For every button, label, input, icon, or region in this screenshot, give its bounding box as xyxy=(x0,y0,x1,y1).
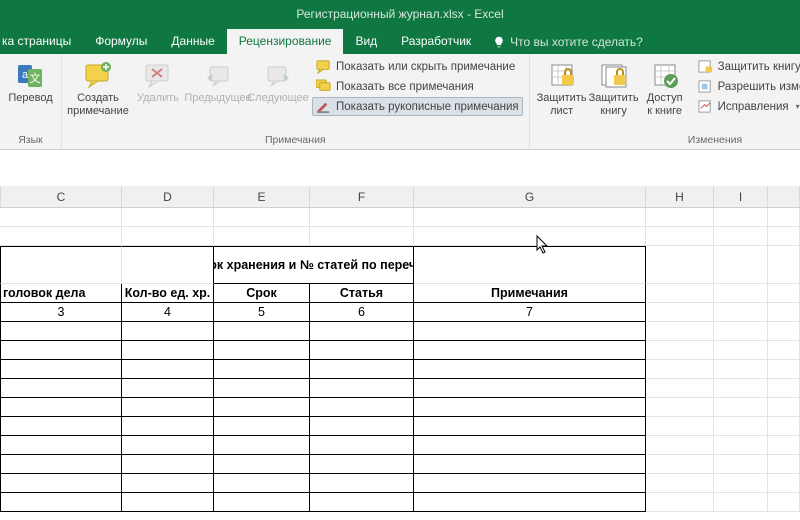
protect-and-share-button[interactable]: Защитить книгу и дать общий д xyxy=(694,57,800,76)
track-changes-icon xyxy=(698,99,713,114)
tab-page-layout[interactable]: ка страницы xyxy=(0,29,83,54)
delete-comment-label: Удалить xyxy=(137,92,179,105)
hdr-col2: Кол-во ед. хр. xyxy=(122,284,214,303)
lock-share-icon xyxy=(698,59,713,74)
group-changes: Защитить лист Защитить книгу Доступ к кн… xyxy=(530,54,800,149)
tab-formulas[interactable]: Формулы xyxy=(83,29,159,54)
track-changes-label: Исправления xyxy=(718,101,789,113)
col-header-h[interactable]: H xyxy=(646,186,714,207)
num-7: 7 xyxy=(414,303,646,322)
num-6: 6 xyxy=(310,303,414,322)
ribbon: a文 Перевод Язык Создать примечание Удали… xyxy=(0,54,800,150)
show-ink-label: Показать рукописные примечания xyxy=(336,101,519,113)
previous-label: Предыдущее xyxy=(184,92,251,105)
next-icon xyxy=(262,59,294,91)
hdr-col3: Срок xyxy=(214,284,310,303)
svg-text:a: a xyxy=(21,69,28,81)
show-all-label: Показать все примечания xyxy=(336,81,474,93)
translate-icon: a文 xyxy=(15,59,47,91)
tab-data[interactable]: Данные xyxy=(159,29,226,54)
col-header-c[interactable]: C xyxy=(0,186,122,207)
group-comments: Создать примечание Удалить Предыдущее Сл… xyxy=(62,54,530,149)
protect-workbook-icon xyxy=(598,59,630,91)
share-icon xyxy=(649,59,681,91)
show-hide-comment-button[interactable]: Показать или скрыть примечание xyxy=(312,57,523,76)
tab-developer[interactable]: Разработчик xyxy=(389,29,483,54)
app-name: Excel xyxy=(474,7,503,21)
hdr-col1: головок дела xyxy=(0,284,122,303)
next-label: Следующее xyxy=(247,92,309,105)
col-header-d[interactable]: D xyxy=(122,186,214,207)
protect-sheet-button[interactable]: Защитить лист xyxy=(536,57,588,117)
track-changes-button[interactable]: Исправления ▾ xyxy=(694,97,800,116)
tell-me-search[interactable]: Что вы хотите сделать? xyxy=(483,30,653,54)
protect-sheet-icon xyxy=(546,59,578,91)
comment-icon xyxy=(316,59,331,74)
group-language-label: Язык xyxy=(6,132,55,149)
col-header-g[interactable]: G xyxy=(414,186,646,207)
tab-review[interactable]: Рецензирование xyxy=(227,29,344,54)
protect-sheet-label: Защитить лист xyxy=(537,92,587,117)
hdr-col5: Примечания xyxy=(414,284,646,303)
col-header-i[interactable]: I xyxy=(714,186,768,207)
lightbulb-icon xyxy=(493,36,505,48)
protect-workbook-button[interactable]: Защитить книгу xyxy=(588,57,640,117)
next-comment-button[interactable]: Следующее xyxy=(248,57,308,105)
group-changes-label: Изменения xyxy=(536,132,800,149)
num-3: 3 xyxy=(0,303,122,322)
previous-icon xyxy=(202,59,234,91)
translate-label: Перевод xyxy=(8,92,52,105)
col-header-f[interactable]: F xyxy=(310,186,414,207)
merged-header: Срок хранения и № статей по перечню xyxy=(214,246,414,284)
show-hide-label: Показать или скрыть примечание xyxy=(336,61,515,73)
new-comment-button[interactable]: Создать примечание xyxy=(68,57,128,117)
show-ink-comments-button[interactable]: Показать рукописные примечания xyxy=(312,97,523,116)
dropdown-icon: ▾ xyxy=(796,102,800,111)
formula-bar-area xyxy=(0,150,800,186)
tell-me-label: Что вы хотите сделать? xyxy=(510,35,643,49)
col-header-j[interactable] xyxy=(768,186,800,207)
ranges-icon xyxy=(698,79,713,94)
title-bar: Регистрационный журнал.xlsx - Excel xyxy=(0,0,800,28)
new-comment-label: Создать примечание xyxy=(67,92,129,117)
column-headers: C D E F G H I xyxy=(0,186,800,208)
share-label: Доступ к книге xyxy=(647,92,683,117)
ribbon-tabs: ка страницы Формулы Данные Рецензировани… xyxy=(0,28,800,54)
ink-icon xyxy=(316,99,331,114)
tab-view[interactable]: Вид xyxy=(343,29,389,54)
group-comments-label: Примечания xyxy=(68,132,523,149)
num-5: 5 xyxy=(214,303,310,322)
allow-edit-ranges-button[interactable]: Разрешить изменение диапазон xyxy=(694,77,800,96)
group-language: a文 Перевод Язык xyxy=(0,54,62,149)
delete-comment-button[interactable]: Удалить xyxy=(128,57,188,105)
protect-share-label: Защитить книгу и дать общий д xyxy=(718,61,800,73)
grid[interactable]: Срок хранения и № статей по перечню голо… xyxy=(0,208,800,512)
translate-button[interactable]: a文 Перевод xyxy=(6,57,55,105)
num-4: 4 xyxy=(122,303,214,322)
file-name: Регистрационный журнал.xlsx xyxy=(296,7,463,21)
previous-comment-button[interactable]: Предыдущее xyxy=(188,57,248,105)
col-header-e[interactable]: E xyxy=(214,186,310,207)
show-all-comments-button[interactable]: Показать все примечания xyxy=(312,77,523,96)
spreadsheet: C D E F G H I Срок хранения и № статей п… xyxy=(0,186,800,512)
svg-text:文: 文 xyxy=(29,71,40,85)
allow-ranges-label: Разрешить изменение диапазон xyxy=(718,81,800,93)
share-workbook-button[interactable]: Доступ к книге xyxy=(640,57,690,117)
delete-comment-icon xyxy=(142,59,174,91)
protect-workbook-label: Защитить книгу xyxy=(589,92,639,117)
new-comment-icon xyxy=(82,59,114,91)
comments-icon xyxy=(316,79,331,94)
hdr-col4: Статья xyxy=(310,284,414,303)
